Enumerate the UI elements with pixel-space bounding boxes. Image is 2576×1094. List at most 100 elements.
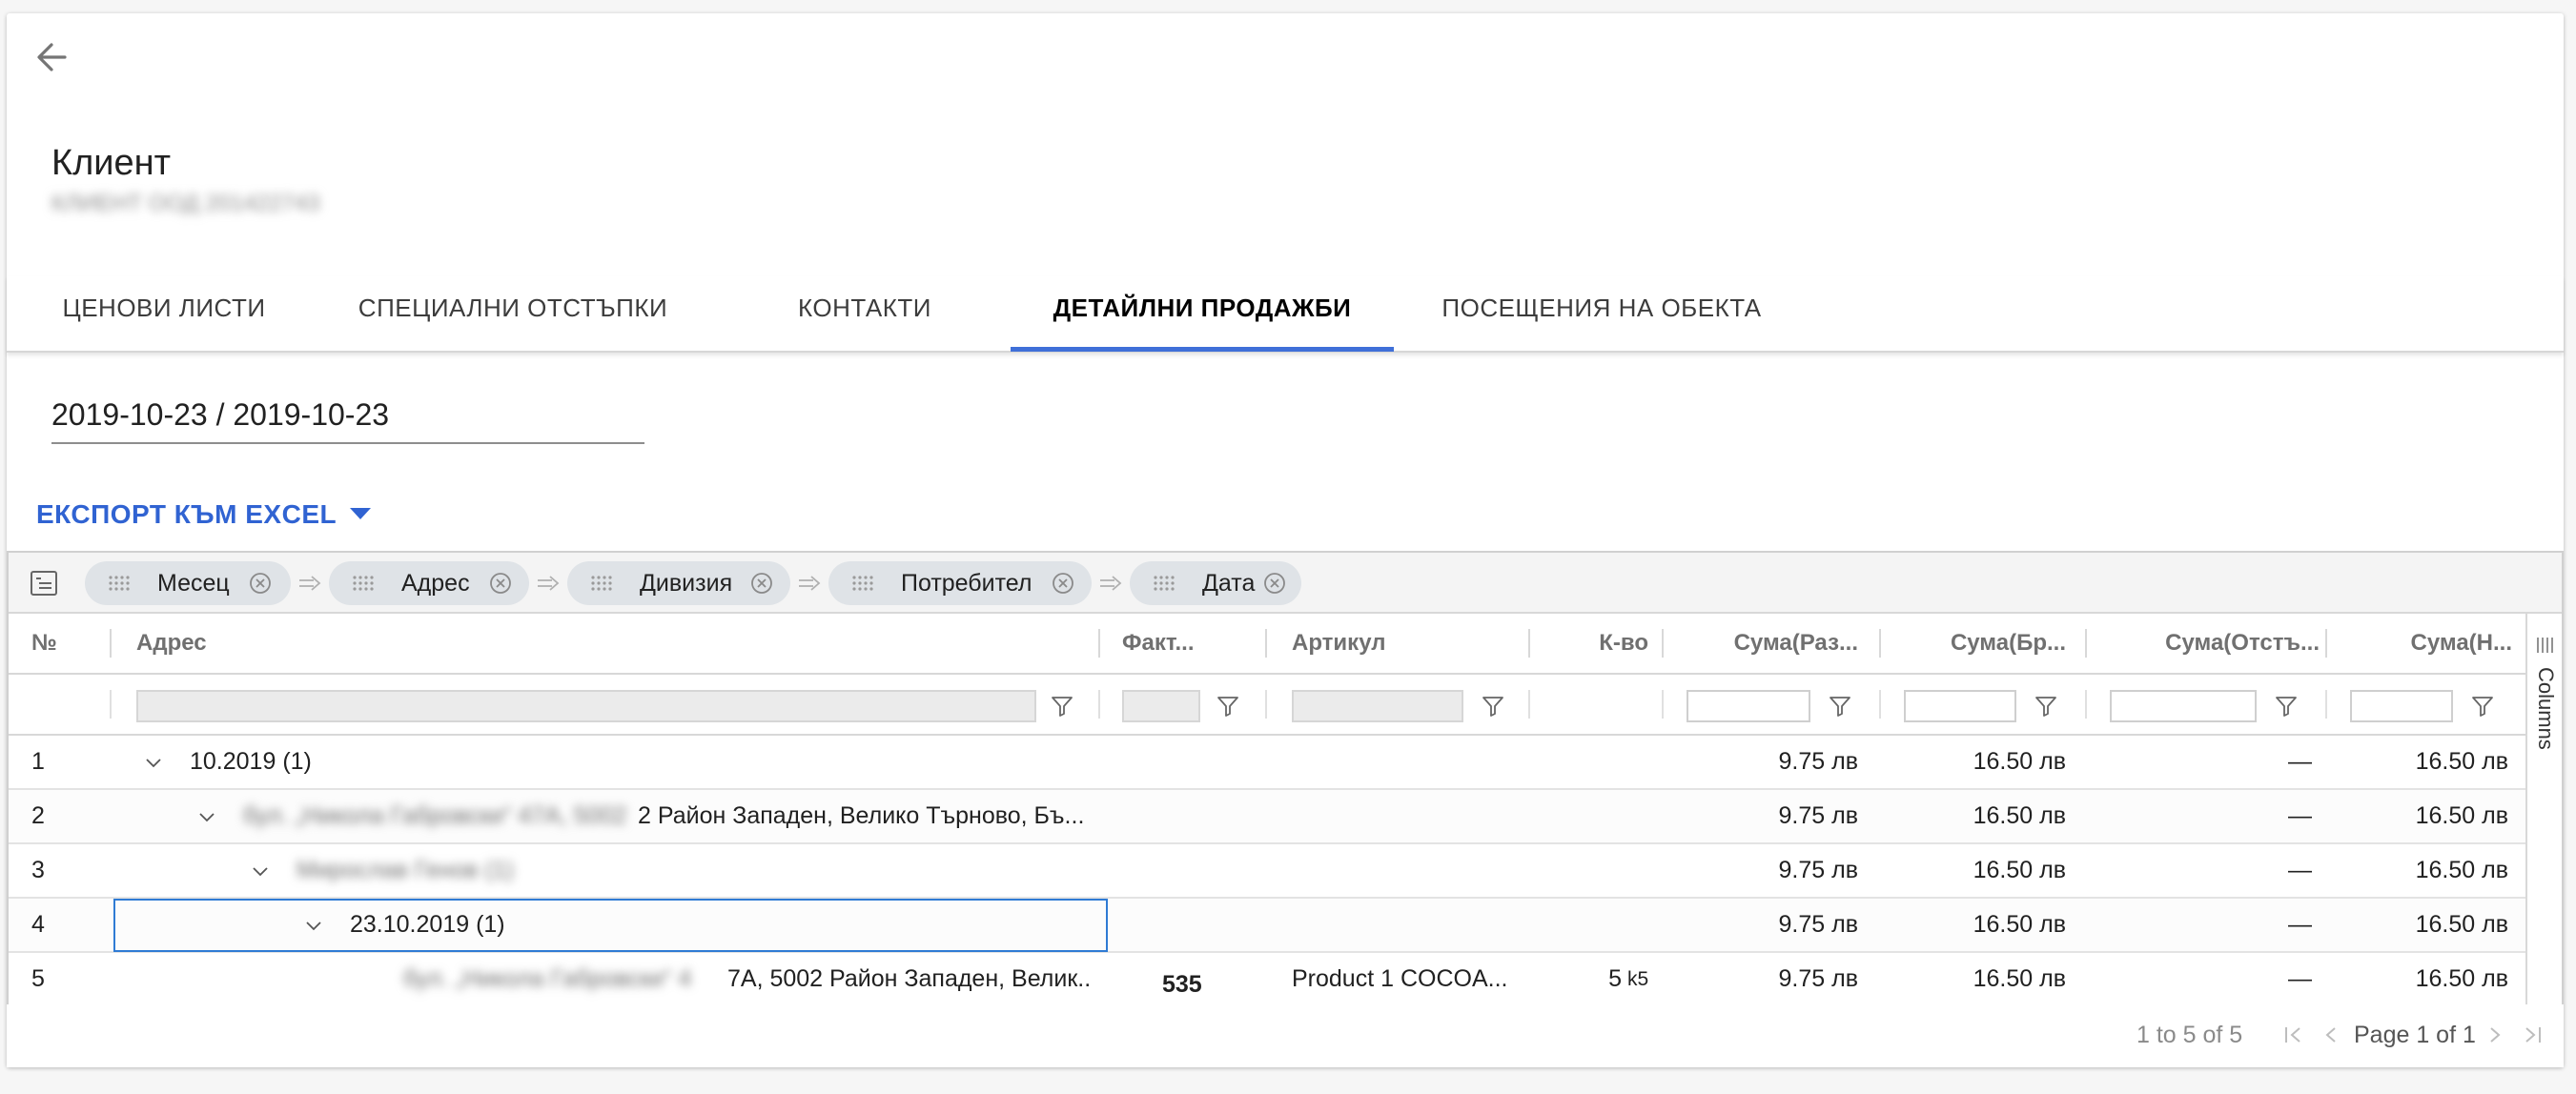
col-header-number[interactable]: № (31, 614, 89, 673)
column-separator (1879, 690, 1881, 719)
article-filter-input[interactable] (1292, 690, 1463, 722)
col-header-sum-cost[interactable]: Сума(Раз... (1667, 614, 1858, 673)
columns-icon (2537, 638, 2553, 653)
group-chip-division[interactable]: Дивизия (567, 561, 790, 605)
sum-cost-cell: 9.75 лв (1778, 802, 1858, 829)
drag-handle-icon[interactable] (851, 574, 874, 593)
filter-icon[interactable] (1481, 694, 1505, 719)
chip-label: Адрес (401, 570, 470, 597)
sum-gross-cell: 16.50 лв (1973, 857, 2066, 883)
drag-handle-icon[interactable] (108, 574, 131, 593)
col-header-sum-net[interactable]: Сума(Н... (2331, 614, 2512, 673)
chevron-down-icon[interactable] (249, 860, 272, 882)
column-separator (1265, 690, 1267, 719)
chevron-down-icon[interactable] (302, 914, 325, 937)
table-row[interactable]: 1 10.2019 (1) 9.75 лв 16.50 лв — 16.50 л… (9, 736, 2525, 790)
invoice-filter-input[interactable] (1122, 690, 1200, 722)
close-circle-icon[interactable] (750, 572, 773, 595)
date-range-field[interactable]: 2019-10-23 / 2019-10-23 (51, 391, 644, 444)
row-count-summary: 1 to 5 of 5 (2136, 1022, 2243, 1048)
column-separator[interactable] (1265, 629, 1267, 658)
sales-grid: Месец Адрес Дивизия Потребител Дата № Ад… (7, 551, 2564, 1007)
group-chip-consumer[interactable]: Потребител (828, 561, 1092, 605)
filter-icon[interactable] (1828, 694, 1852, 719)
col-header-sum-discount[interactable]: Сума(Отстъ... (2091, 614, 2320, 673)
sum-net-cell: 16.50 лв (2415, 857, 2508, 883)
article-cell: Product 1 COCOA... (1292, 965, 1508, 992)
table-row[interactable]: 5 бул. „Никола Габровски“ 4 7А, 5002 Рай… (9, 953, 2525, 1007)
column-separator[interactable] (2085, 629, 2087, 658)
column-separator (2325, 690, 2327, 719)
close-circle-icon[interactable] (489, 572, 512, 595)
page-indicator: Page 1 of 1 (2354, 1022, 2476, 1048)
first-page-icon[interactable] (2280, 1022, 2306, 1048)
column-separator[interactable] (1879, 629, 1881, 658)
sum-net-cell: 16.50 лв (2415, 965, 2508, 992)
sum-discount-cell: — (2288, 965, 2312, 992)
row-group-panel: Месец Адрес Дивизия Потребител Дата (9, 553, 2562, 614)
close-circle-icon[interactable] (1263, 572, 1286, 595)
close-circle-icon[interactable] (249, 572, 272, 595)
table-row[interactable]: 2 бул. „Никола Габровски“ 47А, 5002 2 Ра… (9, 790, 2525, 844)
sum-net-filter-input[interactable] (2350, 690, 2453, 722)
column-separator[interactable] (110, 629, 112, 658)
col-header-quantity[interactable]: К-во (1534, 614, 1648, 673)
sum-gross-filter-input[interactable] (1904, 690, 2016, 722)
group-chip-month[interactable]: Месец (85, 561, 291, 605)
invoice-cell: 535 (1162, 971, 1202, 998)
blurred-address: бул. „Никола Габровски“ 47А, 5002 (243, 802, 627, 829)
drag-handle-icon[interactable] (1153, 574, 1176, 593)
group-panel-icon (31, 571, 57, 596)
table-row[interactable]: 4 23.10.2019 (1) 9.75 лв 16.50 лв — 16.5… (9, 899, 2525, 953)
tab-site-visits[interactable]: ПОСЕЩЕНИЯ НА ОБЕКТА (1440, 276, 1764, 353)
column-separator[interactable] (2325, 629, 2327, 658)
previous-page-icon[interactable] (2318, 1022, 2344, 1048)
quantity-cell: 5 (1608, 965, 1622, 992)
filter-icon[interactable] (1216, 694, 1240, 719)
arrow-right-icon (538, 576, 560, 591)
chevron-down-icon[interactable] (142, 751, 165, 774)
drag-handle-icon[interactable] (352, 574, 375, 593)
columns-label: Columns (2534, 667, 2558, 750)
tab-detailed-sales[interactable]: ДЕТАЙЛНИ ПРОДАЖБИ (1011, 276, 1394, 353)
export-label: ЕКСПОРТ КЪМ EXCEL (36, 499, 337, 529)
sum-discount-filter-input[interactable] (2110, 690, 2257, 722)
sum-cost-filter-input[interactable] (1687, 690, 1810, 722)
chevron-down-icon[interactable] (195, 805, 218, 828)
row-number: 1 (31, 748, 45, 775)
col-header-article[interactable]: Артикул (1292, 614, 1521, 673)
last-page-icon[interactable] (2520, 1022, 2546, 1048)
col-header-sum-gross[interactable]: Сума(Бр... (1885, 614, 2066, 673)
arrow-left-icon[interactable] (32, 38, 71, 76)
sum-gross-cell: 16.50 лв (1973, 748, 2066, 775)
grid-pagination-footer: 1 to 5 of 5 Page 1 of 1 (7, 1004, 2564, 1067)
table-row[interactable]: 3 Мирослав Генов (1) 9.75 лв 16.50 лв — … (9, 844, 2525, 899)
filter-icon[interactable] (2470, 694, 2495, 719)
filter-icon[interactable] (1050, 694, 1074, 719)
column-separator (2085, 690, 2087, 719)
col-header-invoice[interactable]: Факт... (1122, 614, 1265, 673)
address-filter-input[interactable] (136, 690, 1036, 722)
col-header-address[interactable]: Адрес (136, 614, 994, 673)
column-separator[interactable] (1528, 629, 1530, 658)
drag-handle-icon[interactable] (590, 574, 613, 593)
sum-discount-cell: — (2288, 748, 2312, 775)
grid-header-row: № Адрес Факт... Артикул К-во Сума(Раз...… (9, 614, 2525, 675)
filter-icon[interactable] (2034, 694, 2058, 719)
group-chip-address[interactable]: Адрес (329, 561, 529, 605)
tab-price-lists[interactable]: ЦЕНОВИ ЛИСТИ (60, 276, 268, 353)
close-circle-icon[interactable] (1052, 572, 1074, 595)
tab-contacts[interactable]: КОНТАКТИ (788, 276, 941, 353)
tab-special-discounts[interactable]: СПЕЦИАЛНИ ОТСТЪПКИ (358, 276, 668, 353)
column-separator (1528, 690, 1530, 719)
sum-cost-cell: 9.75 лв (1778, 965, 1858, 992)
column-separator[interactable] (1098, 629, 1100, 658)
filter-icon[interactable] (2274, 694, 2299, 719)
sum-discount-cell: — (2288, 802, 2312, 829)
next-page-icon[interactable] (2482, 1022, 2508, 1048)
quantity-unit: k5 (1627, 968, 1649, 990)
columns-side-panel-tab[interactable]: Columns (2525, 614, 2562, 1004)
group-chip-date[interactable]: Дата (1130, 561, 1301, 605)
export-excel-button[interactable]: ЕКСПОРТ КЪМ EXCEL (36, 494, 372, 536)
column-separator[interactable] (1662, 629, 1664, 658)
